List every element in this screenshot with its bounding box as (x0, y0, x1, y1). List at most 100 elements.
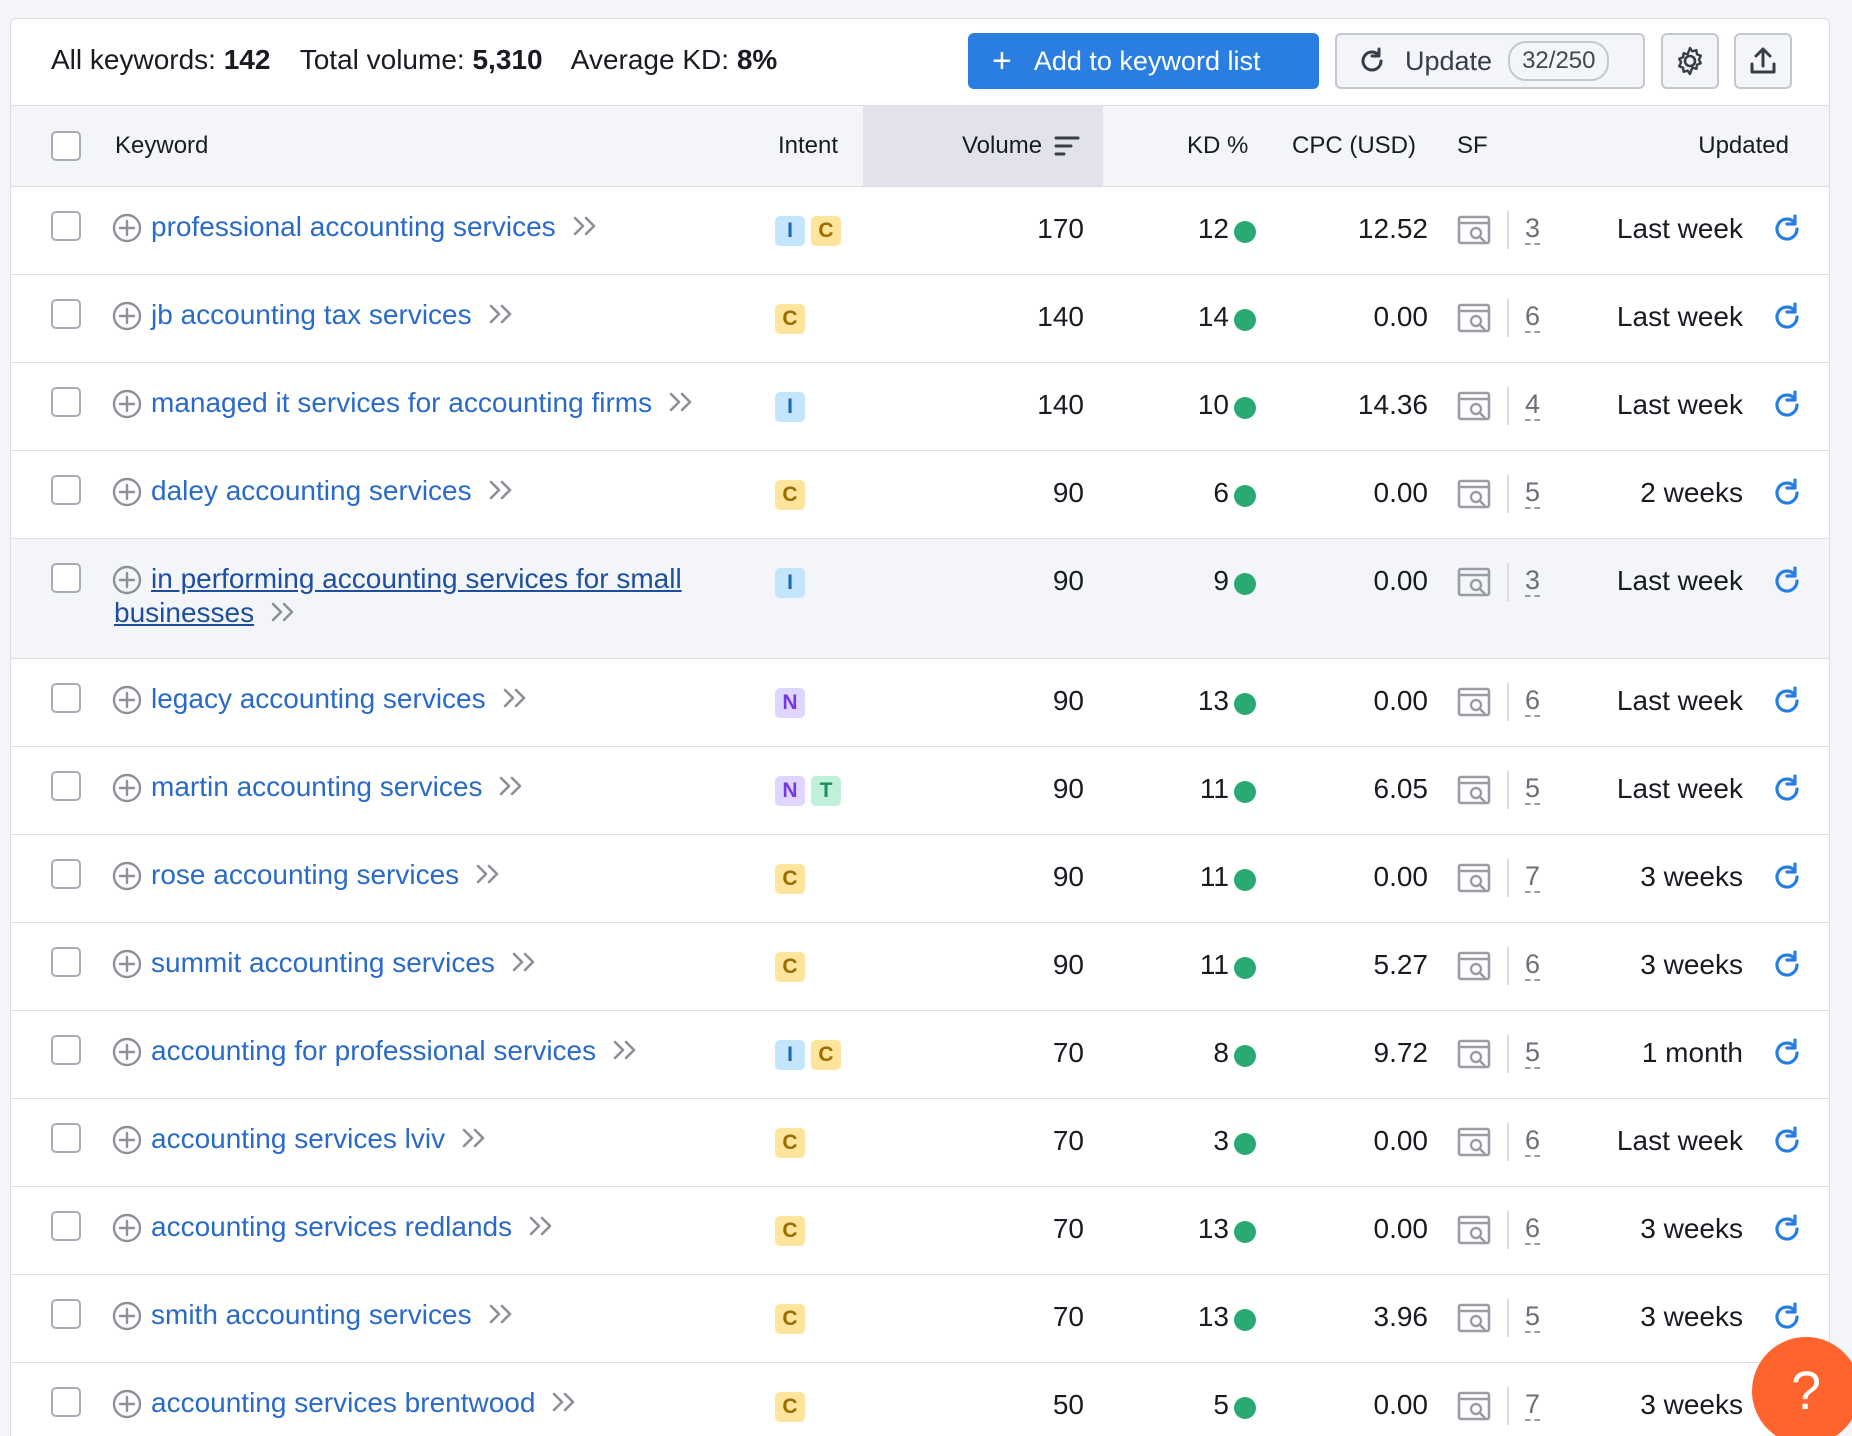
serp-features-icon[interactable] (1457, 862, 1491, 894)
serp-features-icon[interactable] (1457, 1390, 1491, 1422)
add-keyword-icon[interactable] (111, 1388, 143, 1420)
row-checkbox[interactable] (51, 771, 81, 801)
keyword-link[interactable]: accounting services brentwood (151, 1387, 535, 1418)
serp-features-icon[interactable] (1457, 302, 1491, 334)
chevron-double-right-icon[interactable] (488, 475, 514, 500)
column-updated[interactable]: Updated (1698, 132, 1789, 160)
chevron-double-right-icon[interactable] (668, 387, 694, 412)
chevron-double-right-icon[interactable] (488, 299, 514, 324)
chevron-double-right-icon[interactable] (551, 1387, 577, 1412)
keyword-link[interactable]: in performing accounting services for sm… (114, 563, 682, 628)
chevron-double-right-icon[interactable] (511, 947, 537, 972)
serp-features-icon[interactable] (1457, 478, 1491, 510)
row-checkbox[interactable] (51, 475, 81, 505)
serp-features-icon[interactable] (1457, 566, 1491, 598)
refresh-icon[interactable] (1771, 1213, 1803, 1245)
row-checkbox[interactable] (51, 387, 81, 417)
refresh-icon[interactable] (1771, 477, 1803, 509)
row-checkbox[interactable] (51, 563, 81, 593)
row-checkbox[interactable] (51, 1035, 81, 1065)
chevron-double-right-icon[interactable] (572, 211, 598, 236)
add-keyword-icon[interactable] (111, 1036, 143, 1068)
serp-features-icon[interactable] (1457, 1302, 1491, 1334)
export-button[interactable] (1734, 33, 1792, 89)
refresh-icon[interactable] (1771, 301, 1803, 333)
sf-count[interactable]: 5 (1525, 477, 1541, 509)
column-cpc[interactable]: CPC (USD) (1292, 132, 1416, 160)
keyword-link[interactable]: rose accounting services (151, 859, 459, 890)
sf-count[interactable]: 6 (1525, 685, 1541, 717)
row-checkbox[interactable] (51, 1299, 81, 1329)
sf-count[interactable]: 3 (1525, 213, 1541, 245)
refresh-icon[interactable] (1771, 949, 1803, 981)
add-keyword-icon[interactable] (111, 388, 143, 420)
row-checkbox[interactable] (51, 1387, 81, 1417)
serp-features-icon[interactable] (1457, 950, 1491, 982)
refresh-icon[interactable] (1771, 389, 1803, 421)
chevron-double-right-icon[interactable] (528, 1211, 554, 1236)
serp-features-icon[interactable] (1457, 686, 1491, 718)
help-button[interactable]: ? (1752, 1337, 1852, 1436)
keyword-link[interactable]: professional accounting services (151, 211, 556, 242)
chevron-double-right-icon[interactable] (502, 683, 528, 708)
refresh-icon[interactable] (1771, 1125, 1803, 1157)
row-checkbox[interactable] (51, 683, 81, 713)
sf-count[interactable]: 5 (1525, 1301, 1541, 1333)
keyword-link[interactable]: accounting services redlands (151, 1211, 512, 1242)
chevron-double-right-icon[interactable] (498, 771, 524, 796)
row-checkbox[interactable] (51, 859, 81, 889)
row-checkbox[interactable] (51, 1123, 81, 1153)
row-checkbox[interactable] (51, 1211, 81, 1241)
keyword-link[interactable]: accounting services lviv (151, 1123, 445, 1154)
keyword-link[interactable]: legacy accounting services (151, 683, 486, 714)
add-keyword-icon[interactable] (111, 1124, 143, 1156)
keyword-link[interactable]: summit accounting services (151, 947, 495, 978)
refresh-icon[interactable] (1771, 1037, 1803, 1069)
add-keyword-icon[interactable] (111, 564, 143, 596)
chevron-double-right-icon[interactable] (475, 859, 501, 884)
chevron-double-right-icon[interactable] (461, 1123, 487, 1148)
add-keyword-icon[interactable] (111, 1300, 143, 1332)
refresh-icon[interactable] (1771, 773, 1803, 805)
serp-features-icon[interactable] (1457, 1038, 1491, 1070)
add-to-keyword-list-button[interactable]: + Add to keyword list (968, 33, 1319, 89)
serp-features-icon[interactable] (1457, 774, 1491, 806)
sf-count[interactable]: 6 (1525, 1125, 1541, 1157)
update-button[interactable]: Update 32/250 (1335, 33, 1645, 89)
add-keyword-icon[interactable] (111, 476, 143, 508)
sf-count[interactable]: 7 (1525, 1389, 1541, 1421)
add-keyword-icon[interactable] (111, 300, 143, 332)
keyword-link[interactable]: smith accounting services (151, 1299, 472, 1330)
row-checkbox[interactable] (51, 211, 81, 241)
column-volume[interactable]: Volume (962, 132, 1080, 160)
settings-button[interactable] (1661, 33, 1719, 89)
row-checkbox[interactable] (51, 299, 81, 329)
add-keyword-icon[interactable] (111, 212, 143, 244)
refresh-icon[interactable] (1771, 565, 1803, 597)
add-keyword-icon[interactable] (111, 860, 143, 892)
keyword-link[interactable]: managed it services for accounting firms (151, 387, 652, 418)
refresh-icon[interactable] (1771, 213, 1803, 245)
keyword-link[interactable]: daley accounting services (151, 475, 472, 506)
column-kd[interactable]: KD % (1187, 132, 1248, 160)
select-all-checkbox[interactable] (51, 131, 81, 161)
sf-count[interactable]: 3 (1525, 565, 1541, 597)
column-keyword[interactable]: Keyword (115, 132, 208, 160)
sf-count[interactable]: 6 (1525, 1213, 1541, 1245)
add-keyword-icon[interactable] (111, 772, 143, 804)
sf-count[interactable]: 4 (1525, 389, 1541, 421)
chevron-double-right-icon[interactable] (270, 597, 296, 622)
sf-count[interactable]: 5 (1525, 1037, 1541, 1069)
sf-count[interactable]: 5 (1525, 773, 1541, 805)
serp-features-icon[interactable] (1457, 390, 1491, 422)
keyword-link[interactable]: martin accounting services (151, 771, 482, 802)
sf-count[interactable]: 7 (1525, 861, 1541, 893)
refresh-icon[interactable] (1771, 685, 1803, 717)
keyword-link[interactable]: jb accounting tax services (151, 299, 472, 330)
column-sf[interactable]: SF (1457, 132, 1488, 160)
keyword-link[interactable]: accounting for professional services (151, 1035, 596, 1066)
row-checkbox[interactable] (51, 947, 81, 977)
chevron-double-right-icon[interactable] (612, 1035, 638, 1060)
add-keyword-icon[interactable] (111, 684, 143, 716)
chevron-double-right-icon[interactable] (488, 1299, 514, 1324)
